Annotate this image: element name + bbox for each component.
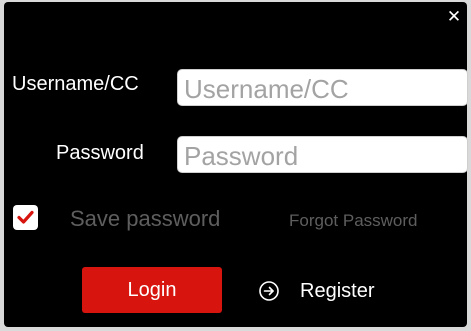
arrow-right-circle-icon <box>258 280 280 302</box>
password-input[interactable] <box>177 136 468 173</box>
username-input[interactable] <box>177 69 468 106</box>
save-password-label[interactable]: Save password <box>70 205 220 233</box>
save-password-checkbox[interactable] <box>13 205 38 230</box>
login-button[interactable]: Login <box>82 267 222 313</box>
close-icon[interactable]: ✕ <box>443 6 465 28</box>
username-label: Username/CC <box>12 73 139 95</box>
password-label: Password <box>56 142 144 164</box>
login-dialog: ✕ Username/CC Password Save password For… <box>4 2 468 327</box>
register-label: Register <box>300 279 375 302</box>
register-link[interactable]: Register <box>258 278 374 304</box>
forgot-password-link[interactable]: Forgot Password <box>289 210 418 232</box>
checkmark-icon <box>17 210 34 224</box>
